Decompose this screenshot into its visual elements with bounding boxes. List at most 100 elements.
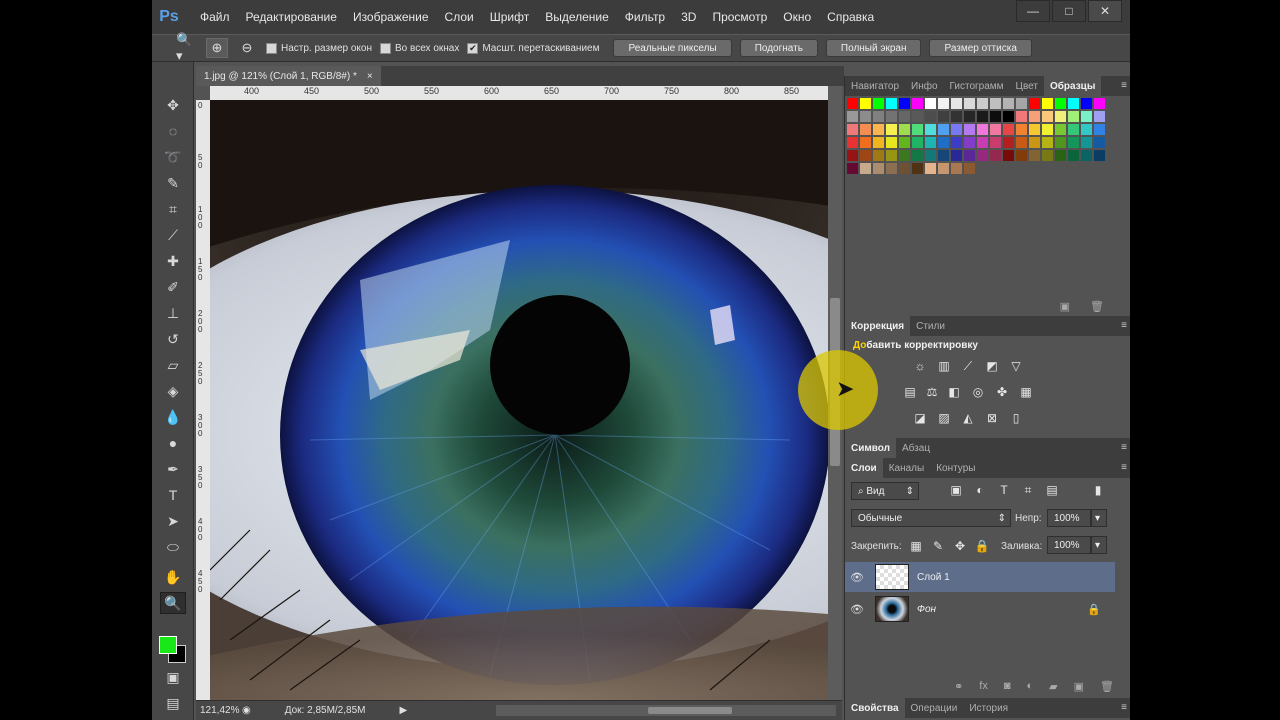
dodge-tool-icon[interactable]: ● bbox=[160, 432, 186, 454]
panel-menu-icon[interactable]: ≡ bbox=[1121, 442, 1127, 453]
color-swatch[interactable] bbox=[847, 111, 858, 122]
menu-item[interactable]: Окно bbox=[775, 10, 819, 24]
color-swatch[interactable] bbox=[1081, 111, 1092, 122]
color-swatch[interactable] bbox=[977, 98, 988, 109]
panel-tab[interactable]: Цвет bbox=[1010, 76, 1044, 96]
color-swatch[interactable] bbox=[938, 124, 949, 135]
panel-tab[interactable]: Стили bbox=[910, 316, 951, 336]
blend-mode-select[interactable]: Обычные ⇕ bbox=[851, 509, 1011, 527]
tab-close-icon[interactable]: × bbox=[367, 71, 373, 82]
color-swatch[interactable] bbox=[847, 124, 858, 135]
visibility-eye-icon[interactable]: 👁 bbox=[845, 571, 869, 584]
color-swatch[interactable] bbox=[1055, 98, 1066, 109]
panel-menu-icon[interactable]: ≡ bbox=[1121, 702, 1127, 713]
color-lookup-icon[interactable]: ▦ bbox=[1017, 384, 1035, 400]
color-swatch[interactable] bbox=[912, 137, 923, 148]
color-swatch[interactable] bbox=[1055, 150, 1066, 161]
color-swatch[interactable] bbox=[990, 150, 1001, 161]
color-swatch[interactable] bbox=[873, 163, 884, 174]
screen-mode-icon[interactable]: ▤ bbox=[160, 692, 186, 714]
color-swatch[interactable] bbox=[860, 137, 871, 148]
color-swatch[interactable] bbox=[1042, 98, 1053, 109]
color-swatch[interactable] bbox=[925, 137, 936, 148]
color-swatch[interactable] bbox=[990, 111, 1001, 122]
marquee-tool-icon[interactable]: ◌ bbox=[160, 120, 186, 142]
fill-screen-button[interactable]: Полный экран bbox=[825, 39, 922, 57]
menu-item[interactable]: Файл bbox=[192, 10, 238, 24]
curves-icon[interactable]: ⟋ bbox=[959, 358, 977, 374]
black-white-icon[interactable]: ◧ bbox=[945, 384, 963, 400]
horizontal-scrollbar[interactable] bbox=[496, 705, 836, 716]
color-swatch[interactable] bbox=[925, 150, 936, 161]
color-swatch[interactable] bbox=[1068, 124, 1079, 135]
color-swatch[interactable] bbox=[964, 111, 975, 122]
color-swatch[interactable] bbox=[938, 98, 949, 109]
lock-pixels-icon[interactable]: ✎ bbox=[929, 538, 947, 554]
color-swatch[interactable] bbox=[925, 124, 936, 135]
lock-position-icon[interactable]: ✥ bbox=[951, 538, 969, 554]
color-swatch[interactable] bbox=[964, 163, 975, 174]
print-size-button[interactable]: Размер оттиска bbox=[929, 39, 1032, 57]
color-swatch[interactable] bbox=[886, 124, 897, 135]
checkbox-box[interactable] bbox=[380, 42, 391, 54]
eraser-tool-icon[interactable]: ▱ bbox=[160, 354, 186, 376]
color-swatch[interactable] bbox=[951, 111, 962, 122]
filter-pixel-icon[interactable]: ▣ bbox=[947, 482, 965, 498]
color-swatch[interactable] bbox=[1068, 98, 1079, 109]
actual-pixels-button[interactable]: Реальные пикселы bbox=[613, 39, 732, 57]
layer-name[interactable]: Фон bbox=[917, 604, 936, 615]
panel-tab[interactable]: История bbox=[963, 698, 1014, 718]
quick-mask-icon[interactable]: ▣ bbox=[160, 666, 186, 688]
color-swatch[interactable] bbox=[1029, 150, 1040, 161]
menu-item[interactable]: Редактирование bbox=[238, 10, 345, 24]
trash-icon[interactable]: 🗑 bbox=[1100, 680, 1114, 693]
fill-input[interactable]: 100% bbox=[1047, 536, 1091, 554]
color-swatch[interactable] bbox=[977, 111, 988, 122]
zoom-level[interactable]: 121,42% bbox=[196, 705, 239, 716]
color-swatch[interactable] bbox=[964, 124, 975, 135]
color-swatch[interactable] bbox=[1081, 98, 1092, 109]
color-swatch[interactable] bbox=[1029, 98, 1040, 109]
healing-brush-tool-icon[interactable]: ✚ bbox=[160, 250, 186, 272]
panel-tab[interactable]: Образцы bbox=[1043, 76, 1102, 96]
channel-mixer-icon[interactable]: ✤ bbox=[993, 384, 1011, 400]
panel-tab[interactable]: Инфо bbox=[905, 76, 944, 96]
menu-item[interactable]: Справка bbox=[819, 10, 882, 24]
layer-filter-select[interactable]: ⌕ Вид ⇕ bbox=[851, 482, 919, 500]
color-swatch[interactable] bbox=[1055, 124, 1066, 135]
color-swatch[interactable] bbox=[938, 137, 949, 148]
foreground-color-swatch[interactable] bbox=[159, 636, 177, 654]
lock-all-icon[interactable]: 🔒 bbox=[973, 538, 991, 554]
layer-row[interactable]: 👁 Фон 🔒 bbox=[845, 594, 1115, 624]
layer-row[interactable]: 👁 Слой 1 bbox=[845, 562, 1115, 592]
color-swatch[interactable] bbox=[847, 137, 858, 148]
color-swatch[interactable] bbox=[938, 111, 949, 122]
color-swatch[interactable] bbox=[912, 163, 923, 174]
color-swatch[interactable] bbox=[847, 98, 858, 109]
color-swatch[interactable] bbox=[886, 111, 897, 122]
color-swatch[interactable] bbox=[1094, 124, 1105, 135]
color-swatch[interactable] bbox=[990, 98, 1001, 109]
color-swatch[interactable] bbox=[873, 98, 884, 109]
posterize-icon[interactable]: ▨ bbox=[935, 410, 953, 426]
filter-toggle-icon[interactable]: ▮ bbox=[1089, 482, 1107, 498]
color-swatch[interactable] bbox=[925, 111, 936, 122]
maximize-button[interactable]: □ bbox=[1052, 0, 1086, 22]
opacity-input[interactable]: 100% bbox=[1047, 509, 1091, 527]
hand-tool-icon[interactable]: ✋ bbox=[160, 566, 186, 588]
filter-adjustment-icon[interactable]: ◐ bbox=[971, 482, 989, 498]
color-swatch[interactable] bbox=[1042, 124, 1053, 135]
color-swatch[interactable] bbox=[1068, 150, 1079, 161]
color-swatch[interactable] bbox=[860, 163, 871, 174]
color-swatch[interactable] bbox=[1081, 124, 1092, 135]
panel-tab[interactable]: Символ bbox=[845, 438, 896, 458]
color-swatch[interactable] bbox=[1094, 137, 1105, 148]
scrubby-zoom-checkbox[interactable]: ✔ Масшт. перетаскиванием bbox=[467, 42, 599, 54]
color-swatch[interactable] bbox=[873, 124, 884, 135]
panel-tab[interactable]: Каналы bbox=[883, 458, 931, 478]
color-swatch[interactable] bbox=[951, 150, 962, 161]
filter-type-icon[interactable]: T bbox=[995, 482, 1013, 498]
paint-bucket-tool-icon[interactable]: ◈ bbox=[160, 380, 186, 402]
color-swatch[interactable] bbox=[899, 98, 910, 109]
scrollbar-thumb[interactable] bbox=[648, 707, 732, 714]
